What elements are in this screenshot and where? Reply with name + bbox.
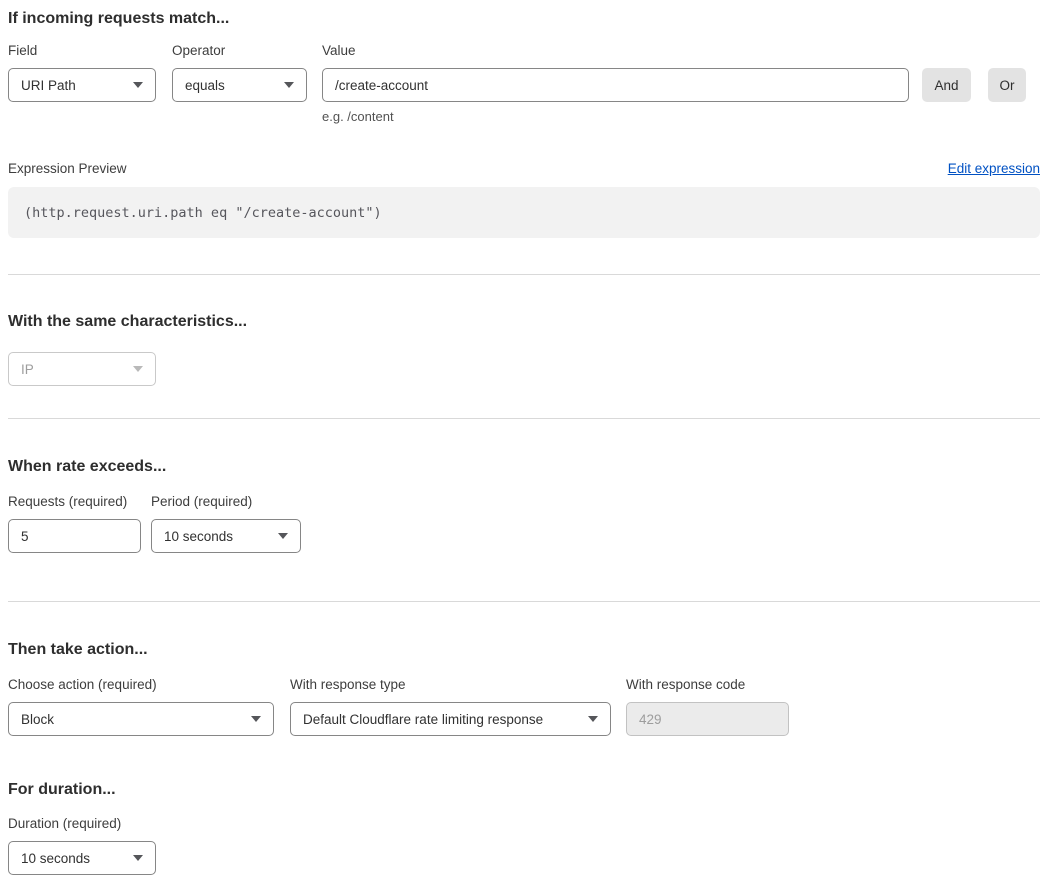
value-label: Value bbox=[322, 43, 909, 58]
choose-action-select-value: Block bbox=[21, 712, 54, 727]
match-section-heading: If incoming requests match... bbox=[8, 8, 1040, 30]
operator-label: Operator bbox=[172, 43, 307, 58]
response-code-input bbox=[626, 702, 789, 736]
operator-select-value: equals bbox=[185, 78, 225, 93]
characteristic-select-value: IP bbox=[21, 362, 34, 377]
requests-label: Requests (required) bbox=[8, 494, 141, 509]
or-button[interactable]: Or bbox=[988, 68, 1026, 102]
rate-section-heading: When rate exceeds... bbox=[8, 456, 1040, 478]
response-type-label: With response type bbox=[290, 677, 611, 692]
expression-preview-label: Expression Preview bbox=[8, 161, 127, 176]
response-type-select[interactable]: Default Cloudflare rate limiting respons… bbox=[290, 702, 611, 736]
field-select[interactable]: URI Path bbox=[8, 68, 156, 102]
characteristics-row: IP bbox=[8, 352, 1040, 386]
expression-preview-code: (http.request.uri.path eq "/create-accou… bbox=[8, 187, 1040, 238]
field-group: Field URI Path bbox=[8, 43, 156, 102]
field-select-value: URI Path bbox=[21, 78, 76, 93]
characteristic-group: IP bbox=[8, 352, 156, 386]
operator-select[interactable]: equals bbox=[172, 68, 307, 102]
response-code-group: With response code bbox=[626, 677, 789, 736]
duration-select[interactable]: 10 seconds bbox=[8, 841, 156, 875]
period-group: Period (required) 10 seconds bbox=[151, 494, 301, 553]
duration-select-value: 10 seconds bbox=[21, 851, 90, 866]
characteristic-select: IP bbox=[8, 352, 156, 386]
response-code-label: With response code bbox=[626, 677, 789, 692]
choose-action-select[interactable]: Block bbox=[8, 702, 274, 736]
expression-preview-header: Expression Preview Edit expression bbox=[8, 161, 1040, 176]
section-divider bbox=[8, 601, 1040, 602]
value-input[interactable] bbox=[322, 68, 909, 102]
value-group: Value e.g. /content bbox=[322, 43, 909, 124]
period-select-value: 10 seconds bbox=[164, 529, 233, 544]
action-row: Choose action (required) Block With resp… bbox=[8, 677, 1040, 736]
edit-expression-link[interactable]: Edit expression bbox=[948, 161, 1040, 176]
period-select[interactable]: 10 seconds bbox=[151, 519, 301, 553]
duration-section-heading: For duration... bbox=[8, 779, 1040, 801]
rate-row: Requests (required) Period (required) 10… bbox=[8, 494, 1040, 553]
section-divider bbox=[8, 274, 1040, 275]
and-button[interactable]: And bbox=[922, 68, 971, 102]
choose-action-group: Choose action (required) Block bbox=[8, 677, 274, 736]
chevron-down-icon bbox=[588, 716, 598, 722]
characteristics-section-heading: With the same characteristics... bbox=[8, 311, 1040, 333]
duration-group: Duration (required) 10 seconds bbox=[8, 816, 156, 875]
chevron-down-icon bbox=[133, 855, 143, 861]
operator-group: Operator equals bbox=[172, 43, 307, 102]
duration-label: Duration (required) bbox=[8, 816, 156, 831]
requests-input[interactable] bbox=[8, 519, 141, 553]
choose-action-label: Choose action (required) bbox=[8, 677, 274, 692]
chevron-down-icon bbox=[251, 716, 261, 722]
chevron-down-icon bbox=[133, 82, 143, 88]
response-type-select-value: Default Cloudflare rate limiting respons… bbox=[303, 712, 543, 727]
chevron-down-icon bbox=[278, 533, 288, 539]
period-label: Period (required) bbox=[151, 494, 301, 509]
value-helper-text: e.g. /content bbox=[322, 109, 909, 124]
field-label: Field bbox=[8, 43, 156, 58]
match-condition-row: Field URI Path Operator equals Value e.g… bbox=[8, 43, 1040, 124]
rate-limiting-rule-form: If incoming requests match... Field URI … bbox=[0, 0, 1048, 875]
duration-row: Duration (required) 10 seconds bbox=[8, 816, 1040, 875]
expression-code-text: (http.request.uri.path eq "/create-accou… bbox=[24, 205, 382, 221]
response-type-group: With response type Default Cloudflare ra… bbox=[290, 677, 611, 736]
action-section-heading: Then take action... bbox=[8, 639, 1040, 661]
chevron-down-icon bbox=[284, 82, 294, 88]
requests-group: Requests (required) bbox=[8, 494, 141, 553]
chevron-down-icon bbox=[133, 366, 143, 372]
section-divider bbox=[8, 418, 1040, 419]
